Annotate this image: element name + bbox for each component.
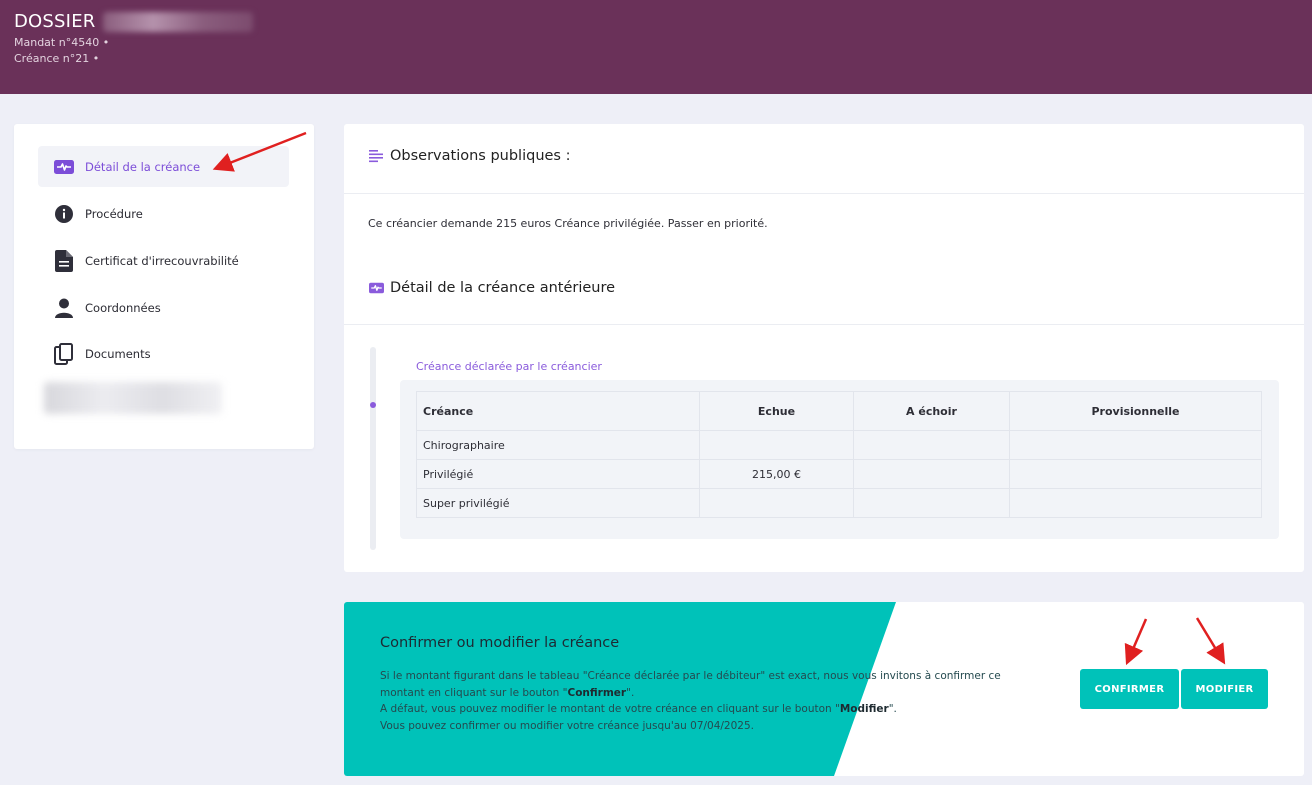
column-header: Créance [416,391,700,431]
pulse-icon [53,156,75,178]
divider [344,193,1304,194]
page-header: DOSSIER Mandat n°4540 • Créance n°21 • [0,0,1312,94]
sidebar-item-coordonnees[interactable]: Coordonnées [38,287,289,328]
table-cell: Chirographaire [416,430,700,460]
table-cell: 215,00 € [699,459,854,489]
table-cell [1009,459,1262,489]
instruction-line: montant en cliquant sur le bouton "Confi… [380,686,635,699]
creance-table-container: Créance Echue A échoir Provisionnelle Ch… [400,380,1279,539]
modifier-emphasis: Modifier [839,703,889,715]
table-cell [853,430,1010,460]
sidebar-item-detail-creance[interactable]: Détail de la créance [38,146,289,187]
timeline-label: Créance déclarée par le créancier [416,360,602,373]
table-cell [853,488,1010,518]
detail-heading: Détail de la créance antérieure [368,280,615,296]
confirm-title: Confirmer ou modifier la créance [380,635,620,651]
column-header: Echue [699,391,854,431]
sidebar-item-procedure[interactable]: Procédure [38,193,289,234]
divider [344,324,1304,325]
table-cell [1009,488,1262,518]
confirm-instructions: Si le montant figurant dans le tableau "… [380,668,1040,734]
table-cell: Privilégié [416,459,700,489]
creance-number: Créance n°21 • [14,52,100,65]
copy-icon [53,342,75,365]
sidebar-item-documents[interactable]: Documents [38,333,289,374]
column-header: A échoir [853,391,1010,431]
observations-heading: Observations publiques : [368,148,570,164]
column-header: Provisionnelle [1009,391,1262,431]
confirm-button[interactable]: CONFIRMER [1080,669,1179,709]
table-row: Chirographaire [416,430,1262,460]
mandat-number: Mandat n°4540 • [14,36,110,49]
table-row: Privilégié 215,00 € [416,459,1262,489]
sidebar-item-label: Documents [85,346,151,361]
observations-title: Observations publiques : [390,148,571,164]
table-cell: Super privilégié [416,488,700,518]
dossier-title: DOSSIER [14,11,96,32]
sidebar-item-label: Procédure [85,206,143,221]
table-header-row: Créance Echue A échoir Provisionnelle [416,391,1262,431]
confirm-modify-card: Confirmer ou modifier la créance Si le m… [344,602,1304,776]
creance-table: Créance Echue A échoir Provisionnelle Ch… [416,391,1262,518]
sidebar-nav: Détail de la créance Procédure Certifica… [14,124,314,449]
document-icon [53,249,75,272]
table-row: Super privilégié [416,488,1262,518]
timeline-bar [370,347,376,550]
table-cell [1009,430,1262,460]
sidebar-item-label: Détail de la créance [85,159,201,174]
text-lines-icon [368,148,384,164]
modify-button[interactable]: MODIFIER [1181,669,1268,709]
pulse-icon [368,280,384,296]
sidebar-item-certificat[interactable]: Certificat d'irrecouvrabilité [38,240,289,281]
table-cell [699,430,854,460]
redacted-name [103,11,254,32]
table-cell [853,459,1010,489]
timeline-dot [370,402,376,408]
info-icon [53,203,75,225]
instruction-line: Si le montant figurant dans le tableau "… [380,670,1001,682]
sidebar-item-label: Coordonnées [85,300,161,315]
confirmer-emphasis: Confirmer [567,686,627,699]
instruction-line: Vous pouvez confirmer ou modifier votre … [380,719,754,732]
table-cell [699,488,854,518]
sidebar-item-label: Certificat d'irrecouvrabilité [85,253,239,268]
detail-title: Détail de la créance antérieure [390,280,616,296]
instruction-line: A défaut, vous pouvez modifier le montan… [380,703,897,715]
user-icon [53,297,75,319]
creance-detail-card: Observations publiques : Ce créancier de… [344,124,1304,572]
redacted-nav-item[interactable] [44,382,222,414]
observations-text: Ce créancier demande 215 euros Créance p… [368,217,768,230]
